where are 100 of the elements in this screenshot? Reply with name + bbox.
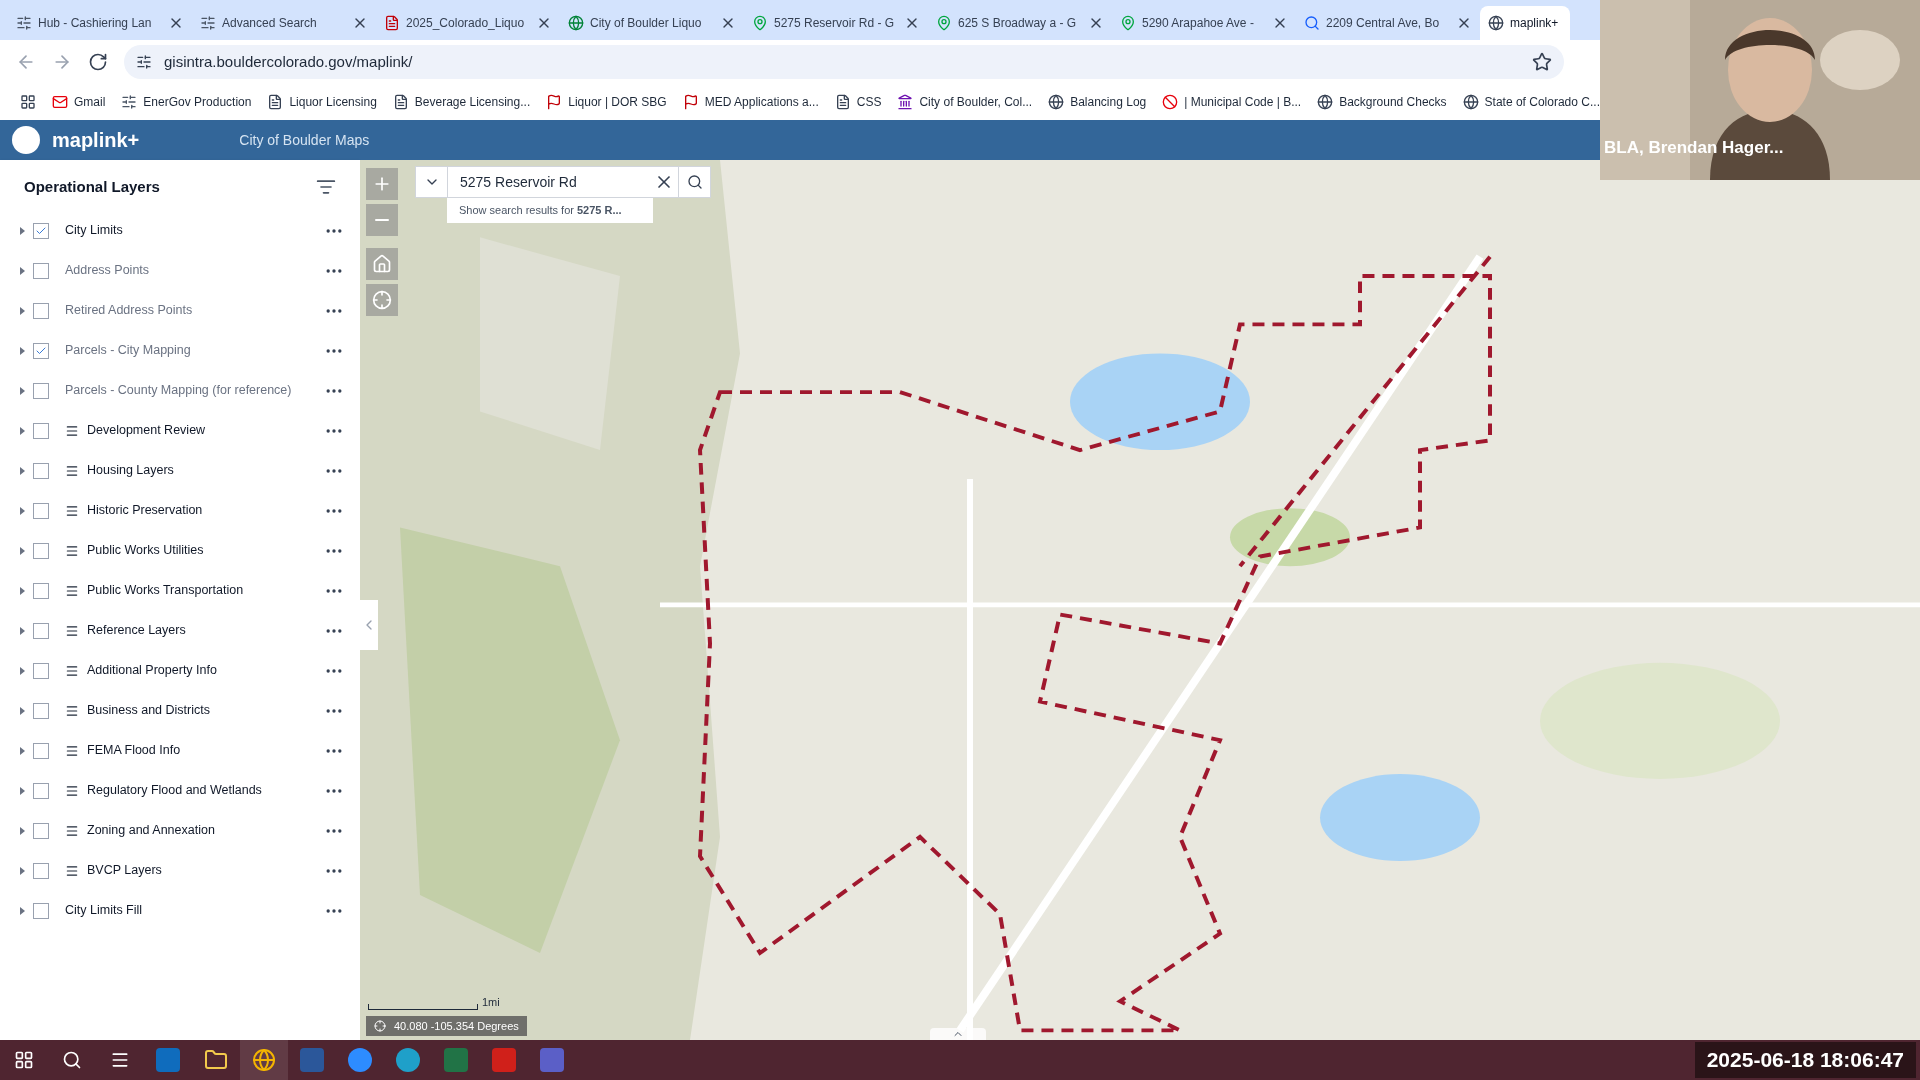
expand-caret-icon[interactable]: [20, 826, 25, 835]
layer-label: Zoning and Annexation: [87, 822, 216, 840]
reload-icon[interactable]: [88, 52, 108, 72]
expand-caret-icon[interactable]: [20, 906, 25, 915]
layer-label: Regulatory Flood and Wetlands: [87, 782, 263, 800]
search-icon: [1304, 15, 1320, 31]
browser-tab[interactable]: 5290 Arapahoe Ave -: [1112, 6, 1296, 40]
layer-item[interactable]: Reference Layers: [0, 610, 360, 651]
home-icon: [372, 254, 392, 274]
checkbox[interactable]: [33, 502, 49, 519]
expand-caret-icon[interactable]: [20, 226, 25, 235]
expand-caret-icon[interactable]: [20, 586, 25, 595]
map-pin-icon: [752, 15, 768, 31]
expand-caret-icon[interactable]: [20, 746, 25, 755]
tab-title: 625 S Broadway a - G: [958, 15, 1078, 32]
layer-item[interactable]: Public Works Transportation: [0, 570, 360, 611]
bookmark[interactable]: MED Applications a...: [682, 93, 819, 111]
expand-caret-icon[interactable]: [20, 666, 25, 675]
expand-caret-icon[interactable]: [20, 266, 25, 275]
layer-item[interactable]: Housing Layers: [0, 450, 360, 491]
checkbox[interactable]: [33, 222, 49, 239]
layer-item[interactable]: Additional Property Info: [0, 650, 360, 691]
browser-tab[interactable]: 625 S Broadway a - G: [928, 6, 1112, 40]
checkbox[interactable]: [33, 462, 49, 479]
layer-label: Additional Property Info: [87, 662, 218, 680]
checkbox[interactable]: [33, 782, 49, 799]
expand-caret-icon[interactable]: [20, 786, 25, 795]
locate-icon: [372, 290, 392, 310]
layer-label: Parcels - City Mapping: [65, 342, 192, 360]
expand-caret-icon[interactable]: [20, 506, 25, 515]
browser-tab[interactable]: City of Boulder Liquo: [560, 6, 744, 40]
menu-icon: [65, 743, 79, 758]
bookmark[interactable]: State of Colorado C...: [1462, 93, 1600, 111]
checkbox[interactable]: [33, 622, 49, 639]
checkbox[interactable]: [33, 582, 49, 599]
browser-tab[interactable]: Advanced Search: [192, 6, 376, 40]
tab-title: 5290 Arapahoe Ave -: [1142, 15, 1255, 32]
layer-item[interactable]: City Limits: [0, 210, 360, 251]
menu-icon: [65, 823, 79, 838]
bookmark[interactable]: Balancing Log: [1048, 93, 1147, 111]
checkbox[interactable]: [33, 422, 49, 439]
layer-label: BVCP Layers: [87, 862, 163, 880]
address-bar[interactable]: gisintra.bouldercolorado.gov/maplink/: [124, 45, 1564, 79]
expand-caret-icon[interactable]: [20, 546, 25, 555]
layer-item[interactable]: Regulatory Flood and Wetlands: [0, 770, 360, 811]
expand-caret-icon[interactable]: [20, 866, 25, 875]
layer-item[interactable]: City Limits Fill: [0, 890, 360, 931]
browser-tab[interactable]: 5275 Reservoir Rd - G: [744, 6, 928, 40]
bookmark[interactable]: Beverage Licensing...: [392, 93, 531, 111]
browser-tab[interactable]: 2025_Colorado_Liquo: [376, 6, 560, 40]
bookmark[interactable]: Background Checks: [1317, 93, 1447, 111]
bookmark[interactable]: Liquor Licensing: [267, 93, 377, 111]
bookmark-label: Gmail: [74, 94, 106, 111]
checkbox[interactable]: [33, 742, 49, 759]
globe-icon: [568, 15, 584, 31]
bookmark[interactable]: CSS: [834, 93, 882, 111]
checkbox[interactable]: [33, 902, 49, 919]
checkbox[interactable]: [33, 542, 49, 559]
layer-item[interactable]: Zoning and Annexation: [0, 810, 360, 851]
layer-item[interactable]: Business and Districts: [0, 690, 360, 731]
checkbox[interactable]: [33, 702, 49, 719]
bookmark[interactable]: | Municipal Code | B...: [1162, 93, 1302, 111]
expand-handle[interactable]: [930, 1028, 986, 1040]
bookmark-label: EnerGov Production: [143, 94, 252, 111]
menu-icon: [65, 783, 79, 798]
bookmark-label: Liquor Licensing: [289, 94, 377, 111]
bookmark[interactable]: Liquor | DOR SBG: [546, 93, 667, 111]
browser-tab[interactable]: maplink+: [1480, 6, 1571, 40]
browser-tab[interactable]: Hub - Cashiering Lan: [8, 6, 192, 40]
expand-caret-icon[interactable]: [20, 346, 25, 355]
panel-title: Operational Layers: [24, 177, 160, 197]
layer-item[interactable]: FEMA Flood Info: [0, 730, 360, 771]
search-suggestion[interactable]: Show search results for 5275 R...: [447, 198, 653, 223]
bookmark[interactable]: EnerGov Production: [121, 93, 252, 111]
browser-tab[interactable]: 2209 Central Ave, Bo: [1296, 6, 1480, 40]
layer-item[interactable]: Historic Preservation: [0, 490, 360, 531]
expand-caret-icon[interactable]: [20, 626, 25, 635]
bookmark[interactable]: City of Boulder, Col...: [897, 93, 1033, 111]
menu-icon: [65, 503, 79, 518]
bookmark[interactable]: Gmail: [52, 93, 106, 111]
expand-caret-icon[interactable]: [20, 386, 25, 395]
browser-button[interactable]: [240, 1040, 288, 1080]
bookmark-star-icon[interactable]: [1532, 52, 1552, 72]
bookmark-label: CSS: [856, 94, 882, 111]
menu-icon: [65, 583, 79, 598]
checkbox[interactable]: [33, 662, 49, 679]
expand-caret-icon[interactable]: [20, 426, 25, 435]
search-icon: [62, 1050, 82, 1070]
layer-label: Parcels - County Mapping (for reference): [65, 382, 293, 400]
layer-item[interactable]: Public Works Utilities: [0, 530, 360, 571]
layer-item[interactable]: Development Review: [0, 410, 360, 451]
expand-caret-icon[interactable]: [20, 706, 25, 715]
expand-caret-icon[interactable]: [20, 306, 25, 315]
layer-item[interactable]: BVCP Layers: [0, 850, 360, 891]
menu-icon: [65, 863, 79, 878]
checkbox[interactable]: [33, 862, 49, 879]
expand-caret-icon[interactable]: [20, 466, 25, 475]
apps-icon[interactable]: [20, 94, 36, 110]
checkbox[interactable]: [33, 822, 49, 839]
site-settings-icon[interactable]: [136, 54, 152, 70]
